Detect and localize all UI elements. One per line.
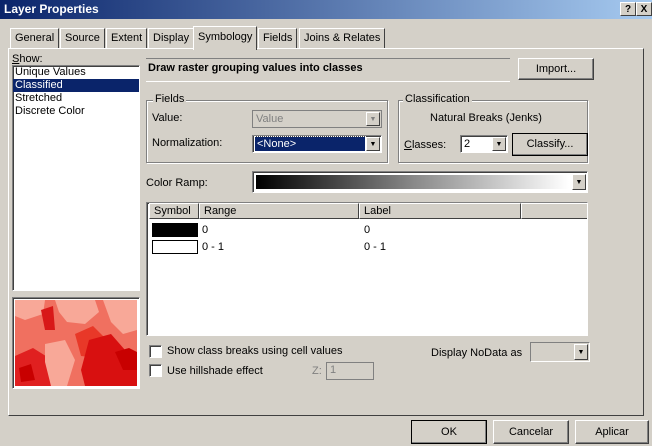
tab-symbology[interactable]: Symbology bbox=[193, 26, 258, 50]
tab-general[interactable]: General bbox=[10, 28, 60, 48]
normalization-label: Normalization: bbox=[152, 137, 223, 149]
fields-group-label: Fields bbox=[153, 93, 187, 105]
classification-group-label: Classification bbox=[403, 93, 472, 105]
label-cell[interactable]: 0 - 1 bbox=[364, 241, 386, 253]
tab-joins-relates[interactable]: Joins & Relates bbox=[299, 28, 386, 48]
classes-select-text: 2 bbox=[464, 138, 471, 150]
label-cell[interactable]: 0 bbox=[364, 224, 370, 236]
help-button[interactable]: ? bbox=[620, 2, 636, 16]
z-label: Z: bbox=[312, 365, 322, 377]
show-class-breaks-label[interactable]: Show class breaks using cell values bbox=[167, 345, 342, 357]
window-title: Layer Properties bbox=[4, 2, 99, 16]
color-ramp-label: Color Ramp: bbox=[146, 177, 208, 189]
show-list[interactable]: Unique Values Classified Stretched Discr… bbox=[12, 65, 140, 291]
import-button[interactable]: Import... bbox=[518, 58, 594, 80]
description-text: Draw raster grouping values into classes bbox=[148, 62, 363, 74]
show-label: Show: bbox=[12, 53, 43, 65]
description-bar: Draw raster grouping values into classes bbox=[146, 58, 510, 82]
range-cell[interactable]: 0 bbox=[202, 224, 208, 236]
show-item-discrete-color[interactable]: Discrete Color bbox=[13, 105, 139, 118]
color-ramp-gradient bbox=[256, 175, 569, 189]
raster-preview-image bbox=[15, 300, 137, 386]
chevron-down-icon[interactable]: ▼ bbox=[574, 344, 588, 360]
classes-select[interactable]: 2 ▼ bbox=[460, 135, 508, 153]
show-item-unique-values[interactable]: Unique Values bbox=[13, 66, 139, 79]
show-item-stretched[interactable]: Stretched bbox=[13, 92, 139, 105]
symbol-swatch[interactable] bbox=[152, 240, 198, 254]
ok-button[interactable]: OK bbox=[411, 420, 487, 444]
value-label: Value: bbox=[152, 112, 183, 124]
show-class-breaks-checkbox[interactable] bbox=[149, 345, 162, 358]
close-button[interactable]: X bbox=[636, 2, 652, 16]
chevron-down-icon[interactable]: ▼ bbox=[366, 137, 380, 151]
value-select-text: Value bbox=[256, 113, 284, 125]
chevron-down-icon: ▼ bbox=[366, 112, 380, 126]
normalization-select[interactable]: <None> ▼ bbox=[252, 135, 382, 153]
column-header-symbol[interactable]: Symbol bbox=[149, 203, 199, 219]
title-bar: Layer Properties ? X bbox=[0, 0, 652, 19]
symbol-swatch[interactable] bbox=[152, 223, 198, 237]
classification-method: Natural Breaks (Jenks) bbox=[430, 112, 542, 124]
nodata-label: Display NoData as bbox=[431, 347, 523, 359]
column-header-blank bbox=[521, 203, 587, 219]
chevron-down-icon[interactable]: ▼ bbox=[492, 137, 506, 151]
color-ramp-select[interactable]: ▼ bbox=[252, 171, 588, 193]
show-item-classified[interactable]: Classified bbox=[13, 79, 139, 92]
hillshade-checkbox[interactable] bbox=[149, 364, 162, 377]
column-header-label[interactable]: Label bbox=[359, 203, 521, 219]
column-header-range[interactable]: Range bbox=[199, 203, 359, 219]
normalization-select-text: <None> bbox=[254, 136, 366, 152]
chevron-down-icon[interactable]: ▼ bbox=[572, 174, 586, 190]
value-select: Value ▼ bbox=[252, 110, 382, 128]
tab-fields[interactable]: Fields bbox=[258, 28, 298, 48]
tab-extent[interactable]: Extent bbox=[106, 28, 148, 48]
tab-display[interactable]: Display bbox=[148, 28, 195, 48]
preview-thumbnail bbox=[12, 297, 140, 389]
nodata-color-select[interactable]: ▼ bbox=[530, 342, 590, 362]
range-cell[interactable]: 0 - 1 bbox=[202, 241, 224, 253]
cancel-button[interactable]: Cancelar bbox=[493, 420, 569, 444]
table-row[interactable]: 0 0 bbox=[147, 223, 587, 239]
classes-label: Classes: bbox=[404, 139, 447, 151]
table-row[interactable]: 0 - 1 0 - 1 bbox=[147, 240, 587, 256]
classify-button[interactable]: Classify... bbox=[512, 133, 588, 156]
classes-table[interactable]: Symbol Range Label 0 0 0 - 1 0 - 1 bbox=[146, 202, 588, 336]
z-input: 1 bbox=[326, 362, 374, 380]
apply-button[interactable]: Aplicar bbox=[575, 420, 649, 444]
tab-source[interactable]: Source bbox=[60, 28, 105, 48]
hillshade-label[interactable]: Use hillshade effect bbox=[167, 365, 263, 377]
